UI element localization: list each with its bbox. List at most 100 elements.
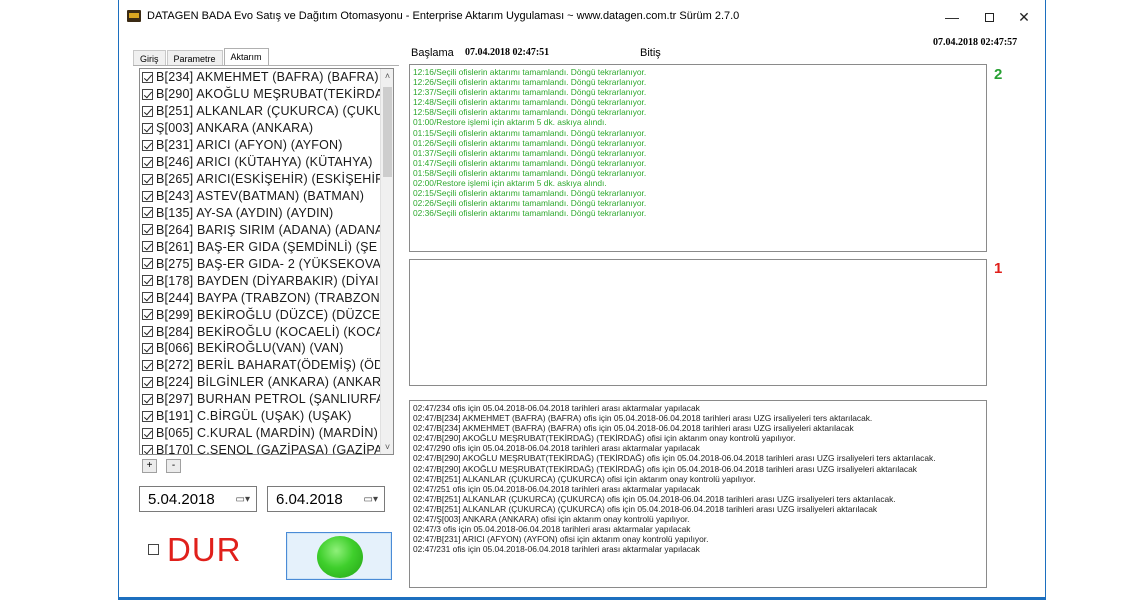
office-label: B[243] ASTEV(BATMAN) (BATMAN) bbox=[156, 189, 365, 204]
cycle-log-line: 12:26/Seçili ofislerin aktarımı tamamlan… bbox=[413, 77, 647, 88]
cycle-log-line: 12:58/Seçili ofislerin aktarımı tamamlan… bbox=[413, 107, 647, 118]
office-label: B[191] C.BİRGÜL (UŞAK) (UŞAK) bbox=[156, 409, 352, 424]
office-label: B[275] BAŞ-ER GIDA- 2 (YÜKSEKOVA bbox=[156, 256, 381, 271]
tab-panel-border bbox=[133, 65, 399, 66]
cycle-log-line: 02:26/Seçili ofislerin aktarımı tamamlan… bbox=[413, 198, 647, 209]
cycle-log-lines: 12:16/Seçili ofislerin aktarımı tamamlan… bbox=[413, 67, 983, 218]
office-list-item[interactable]: B[065] C.KURAL (MARDİN) (MARDİN) bbox=[140, 425, 393, 442]
office-list-item[interactable]: B[246] ARICI (KÜTAHYA) (KÜTAHYA) bbox=[140, 154, 393, 171]
end-time-label: Bitiş bbox=[640, 47, 661, 59]
office-checkbox[interactable] bbox=[142, 105, 153, 117]
office-list-item[interactable]: Ş[003] ANKARA (ANKARA) bbox=[140, 120, 393, 137]
office-checkbox[interactable] bbox=[142, 122, 153, 134]
office-checkbox[interactable] bbox=[142, 275, 153, 287]
office-list-item[interactable]: B[265] ARICI(ESKİŞEHİR) (ESKİŞEHİR bbox=[140, 171, 393, 188]
office-checkbox[interactable] bbox=[142, 427, 153, 439]
transfer-log-box[interactable]: 02:47/234 ofis için 05.04.2018-06.04.201… bbox=[409, 400, 987, 588]
maximize-icon bbox=[984, 13, 994, 22]
add-office-button[interactable]: + bbox=[142, 459, 157, 473]
office-list-item[interactable]: B[297] BURHAN PETROL (ŞANLIURFA bbox=[140, 391, 393, 408]
office-checkbox[interactable] bbox=[142, 258, 153, 270]
office-checkbox[interactable] bbox=[142, 309, 153, 321]
office-list-item[interactable]: B[261] BAŞ-ER GIDA (ŞEMDİNLİ) (ŞE bbox=[140, 238, 393, 255]
office-checkbox[interactable] bbox=[142, 224, 153, 236]
office-checkbox[interactable] bbox=[142, 156, 153, 168]
start-transfer-button[interactable] bbox=[286, 532, 392, 580]
transfer-log-line: 02:47/3 ofis için 05.04.2018-06.04.2018 … bbox=[413, 524, 691, 535]
office-list-item[interactable]: B[234] AKMEHMET (BAFRA) (BAFRA) bbox=[140, 69, 393, 86]
office-checkbox[interactable] bbox=[142, 342, 153, 354]
cycle-log-line: 02:36/Seçili ofislerin aktarımı tamamlan… bbox=[413, 208, 647, 219]
scroll-thumb[interactable] bbox=[383, 87, 392, 177]
tab-giris[interactable]: Giriş bbox=[133, 50, 166, 66]
minimize-button[interactable]: — bbox=[937, 6, 967, 28]
title-bar[interactable]: DATAGEN BADA Evo Satış ve Dağıtım Otomas… bbox=[119, 0, 1045, 32]
current-time-value: 07.04.2018 02:47:57 bbox=[933, 37, 1018, 48]
office-list-item[interactable]: B[299] BEKİROĞLU (DÜZCE) (DÜZCE bbox=[140, 306, 393, 323]
office-list-item[interactable]: B[066] BEKİROĞLU(VAN) (VAN) bbox=[140, 340, 393, 357]
office-label: B[290] AKOĞLU MEŞRUBAT(TEKİRDA bbox=[156, 87, 384, 102]
calendar-dropdown-icon[interactable]: ▭▾ bbox=[236, 494, 250, 505]
cycle-log-box[interactable]: 12:16/Seçili ofislerin aktarımı tamamlan… bbox=[409, 64, 987, 252]
dur-checkbox[interactable] bbox=[148, 544, 159, 555]
cycle-log-line: 01:26/Seçili ofislerin aktarımı tamamlan… bbox=[413, 137, 647, 148]
office-label: B[284] BEKİROĞLU (KOCAELİ) (KOCA bbox=[156, 324, 384, 339]
office-checkbox[interactable] bbox=[142, 173, 153, 185]
scroll-down-icon[interactable]: ˅ bbox=[381, 440, 393, 454]
office-list-item[interactable]: B[224] BİLGİNLER (ANKARA) (ANKAR bbox=[140, 374, 393, 391]
end-date-picker[interactable]: 6.04.2018 ▭▾ bbox=[267, 486, 385, 512]
office-list-item[interactable]: B[272] BERİL BAHARAT(ÖDEMİŞ) (ÖD bbox=[140, 357, 393, 374]
office-list-item[interactable]: B[251] ALKANLAR (ÇUKURCA) (ÇUKU bbox=[140, 103, 393, 120]
office-checkbox[interactable] bbox=[142, 139, 153, 151]
office-list-item[interactable]: B[290] AKOĞLU MEŞRUBAT(TEKİRDA bbox=[140, 86, 393, 103]
cycle-log-line: 12:37/Seçili ofislerin aktarımı tamamlan… bbox=[413, 87, 647, 98]
tab-aktarim[interactable]: Aktarım bbox=[223, 48, 269, 66]
maximize-button[interactable] bbox=[974, 6, 1004, 28]
office-checkbox[interactable] bbox=[142, 292, 153, 304]
office-list-item[interactable]: B[191] C.BİRGÜL (UŞAK) (UŞAK) bbox=[140, 408, 393, 425]
office-checkbox[interactable] bbox=[142, 410, 153, 422]
office-list-item[interactable]: B[135] AY-SA (AYDIN) (AYDIN) bbox=[140, 205, 393, 222]
remove-office-button[interactable]: - bbox=[166, 459, 181, 473]
office-checkbox[interactable] bbox=[142, 393, 153, 405]
scroll-up-icon[interactable]: ˄ bbox=[381, 69, 393, 83]
cycle-log-line: 02:15/Seçili ofislerin aktarımı tamamlan… bbox=[413, 188, 647, 199]
office-checkbox[interactable] bbox=[142, 376, 153, 388]
start-date-picker[interactable]: 5.04.2018 ▭▾ bbox=[139, 486, 257, 512]
calendar-dropdown-icon[interactable]: ▭▾ bbox=[364, 494, 378, 505]
office-list-item[interactable]: B[231] ARICI (AFYON) (AYFON) bbox=[140, 137, 393, 154]
office-checkbox[interactable] bbox=[142, 88, 153, 100]
office-checkbox[interactable] bbox=[142, 359, 153, 371]
office-checkbox[interactable] bbox=[142, 444, 153, 454]
office-checkbox[interactable] bbox=[142, 71, 153, 83]
window-title: DATAGEN BADA Evo Satış ve Dağıtım Otomas… bbox=[147, 10, 740, 22]
office-list-item[interactable]: B[264] BARIŞ SIRIM (ADANA) (ADANA bbox=[140, 221, 393, 238]
cycle-log-line: 01:00/Restore işlemi için aktarım 5 dk. … bbox=[413, 117, 607, 128]
office-list-item[interactable]: B[170] C.ŞENOL (GAZİPAŞA) (GAZİPA bbox=[140, 442, 393, 454]
office-label: B[272] BERİL BAHARAT(ÖDEMİŞ) (ÖD bbox=[156, 358, 384, 373]
error-log-box[interactable] bbox=[409, 259, 987, 386]
office-list-item[interactable]: B[243] ASTEV(BATMAN) (BATMAN) bbox=[140, 188, 393, 205]
office-list-item[interactable]: B[275] BAŞ-ER GIDA- 2 (YÜKSEKOVA bbox=[140, 255, 393, 272]
office-label: B[264] BARIŞ SIRIM (ADANA) (ADANA bbox=[156, 222, 384, 237]
office-list-item[interactable]: B[178] BAYDEN (DİYARBAKIR) (DİYAI bbox=[140, 272, 393, 289]
office-label: B[224] BİLGİNLER (ANKARA) (ANKAR bbox=[156, 375, 382, 390]
office-checkbox[interactable] bbox=[142, 326, 153, 338]
office-label: B[299] BEKİROĞLU (DÜZCE) (DÜZCE bbox=[156, 307, 381, 322]
office-label: B[234] AKMEHMET (BAFRA) (BAFRA) bbox=[156, 70, 379, 85]
tab-parametre[interactable]: Parametre bbox=[166, 50, 223, 66]
office-checklist[interactable]: B[234] AKMEHMET (BAFRA) (BAFRA) B[290] AK… bbox=[139, 68, 394, 455]
close-button[interactable]: ✕ bbox=[1009, 6, 1039, 28]
cycle-log-line: 01:58/Seçili ofislerin aktarımı tamamlan… bbox=[413, 167, 647, 178]
office-label: B[178] BAYDEN (DİYARBAKIR) (DİYAI bbox=[156, 273, 379, 288]
start-time-value: 07.04.2018 02:47:51 bbox=[465, 47, 550, 58]
vertical-scrollbar[interactable]: ˄ ˅ bbox=[380, 69, 393, 454]
cycle-log-line: 12:48/Seçili ofislerin aktarımı tamamlan… bbox=[413, 97, 647, 108]
office-checkbox[interactable] bbox=[142, 207, 153, 219]
end-date-value: 6.04.2018 bbox=[276, 490, 343, 508]
start-date-value: 5.04.2018 bbox=[148, 490, 215, 508]
office-checkbox[interactable] bbox=[142, 241, 153, 253]
office-list-item[interactable]: B[244] BAYPA (TRABZON) (TRABZON) bbox=[140, 289, 393, 306]
office-checkbox[interactable] bbox=[142, 190, 153, 202]
office-list-item[interactable]: B[284] BEKİROĞLU (KOCAELİ) (KOCA bbox=[140, 323, 393, 340]
